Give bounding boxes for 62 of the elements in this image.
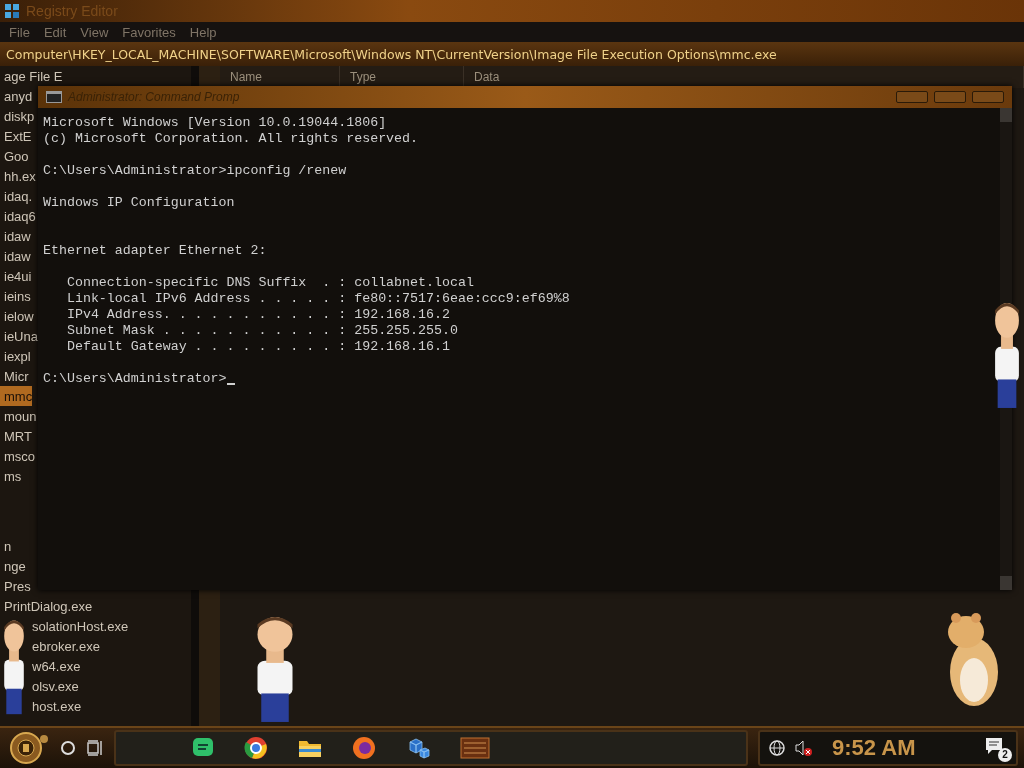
console-line: C:\Users\Administrator>ipconfig /renew — [43, 163, 347, 178]
muted-speaker-icon[interactable] — [794, 739, 812, 757]
registry-key[interactable]: host.exe — [28, 696, 82, 716]
registry-key[interactable]: w64.exe — [28, 656, 81, 676]
registry-key[interactable]: msco — [0, 446, 36, 466]
folder-icon[interactable] — [298, 738, 322, 758]
registry-key[interactable]: ms — [0, 466, 22, 486]
clock[interactable]: 9:52 AM — [832, 735, 976, 761]
console-line: Link-local IPv6 Address . . . . . : fe80::7517:6eae:ccc9:ef69%8 — [65, 291, 570, 306]
registry-key[interactable]: idaq. — [0, 186, 33, 206]
registry-key[interactable]: anyd — [0, 86, 33, 106]
search-icon[interactable] — [60, 740, 76, 756]
browser-icon[interactable] — [244, 736, 268, 760]
calendar-app-icon[interactable] — [460, 736, 490, 760]
console-line: Microsoft Windows [Version 10.0.19044.1806] — [43, 115, 387, 130]
registry-key[interactable]: Micr — [0, 366, 29, 386]
registry-icon — [4, 3, 20, 19]
menu-item[interactable]: Favorites — [117, 24, 181, 40]
console-line: (c) Microsoft Corporation. All rights reserved. — [43, 131, 419, 146]
registry-key[interactable]: ie4ui — [0, 266, 32, 286]
menu-item[interactable]: Help — [184, 24, 222, 40]
network-globe-icon[interactable] — [768, 739, 786, 757]
registry-key[interactable]: age File E — [0, 66, 63, 86]
console-line: Subnet Mask . . . . . . . . . . . : 255.255.255.0 — [65, 323, 458, 338]
menu-item[interactable]: File — [4, 24, 35, 40]
text-cursor — [226, 383, 235, 385]
console-line: IPv4 Address. . . . . . . . . . . : 192.168.16.2 — [65, 307, 450, 322]
registry-key[interactable]: MRT — [0, 426, 32, 446]
registry-key[interactable]: idaq6 — [0, 206, 36, 226]
registry-key[interactable]: iexpl — [0, 346, 31, 366]
notification-icon[interactable] — [984, 736, 1004, 756]
console-line: Ethernet adapter Ethernet 2: — [43, 243, 267, 258]
registry-key[interactable]: ieUna — [0, 326, 38, 346]
registry-key[interactable]: hh.ex — [0, 166, 36, 186]
fox-browser-icon[interactable] — [352, 736, 376, 760]
console-prompt: C:\Users\Administrator> — [43, 371, 227, 386]
registry-key[interactable]: idaw — [0, 246, 31, 266]
registry-key[interactable]: moun — [0, 406, 37, 426]
registry-key[interactable]: ebroker.exe — [28, 636, 100, 656]
registry-key[interactable]: ielow — [0, 306, 34, 326]
cubes-icon[interactable] — [406, 736, 430, 760]
menu-item[interactable]: Edit — [38, 24, 72, 40]
registry-key[interactable]: PrintDialog.exe — [0, 596, 93, 616]
registry-key[interactable]: Goo — [0, 146, 29, 166]
menu-item[interactable]: View — [75, 24, 114, 40]
console-line: Default Gateway . . . . . . . . . : 192.168.16.1 — [65, 339, 450, 354]
registry-key[interactable]: Pres — [0, 576, 31, 596]
task-view-icon[interactable] — [86, 739, 104, 757]
registry-key[interactable]: olsv.exe — [28, 676, 79, 696]
registry-key[interactable]: nge — [0, 556, 26, 576]
console-line: Windows IP Configuration — [43, 195, 235, 210]
registry-key[interactable]: diskp — [0, 106, 35, 126]
registry-key[interactable]: ExtE — [0, 126, 32, 146]
registry-key[interactable]: idaw — [0, 226, 31, 246]
chat-app-icon[interactable] — [192, 737, 214, 759]
notification-badge: 2 — [998, 748, 1012, 762]
console-line: Connection-specific DNS Suffix . : collabnet.local — [65, 275, 474, 290]
registry-key[interactable]: mmc — [0, 386, 33, 406]
console-icon — [46, 91, 62, 103]
registry-key[interactable]: ieins — [0, 286, 31, 306]
registry-key[interactable]: n — [0, 536, 12, 556]
registry-key[interactable]: solationHost.exe — [28, 616, 129, 636]
